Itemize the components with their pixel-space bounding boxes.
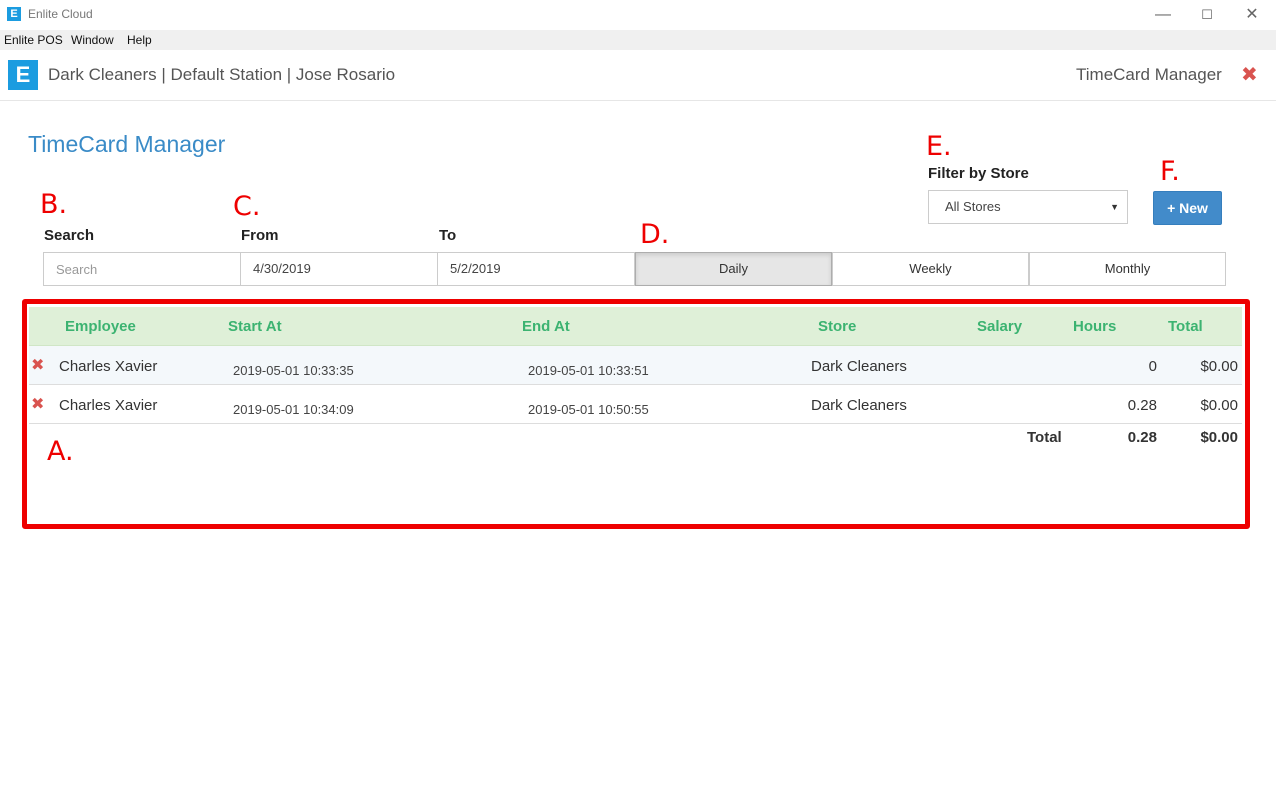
app-logo-icon: E — [7, 7, 21, 21]
store-filter-label: Filter by Store — [928, 165, 1029, 182]
period-monthly-button[interactable]: Monthly — [1029, 252, 1226, 286]
period-weekly-button[interactable]: Weekly — [832, 252, 1029, 286]
search-input[interactable] — [43, 252, 241, 286]
from-date-input[interactable]: 4/30/2019 — [240, 252, 438, 286]
menu-bar: Enlite POS Window Help — [0, 30, 1276, 50]
maximize-icon[interactable]: ☐ — [1192, 4, 1222, 26]
store-select[interactable]: All Stores ▼ — [928, 190, 1128, 224]
period-daily-button[interactable]: Daily — [635, 252, 832, 286]
close-module-icon[interactable]: ✖ — [1241, 62, 1258, 87]
app-header: E Dark Cleaners | Default Station | Jose… — [0, 50, 1276, 101]
menu-item-help[interactable]: Help — [127, 33, 152, 47]
annotation-b: B. — [40, 189, 68, 220]
search-label: Search — [44, 227, 95, 244]
annotation-e: E. — [926, 131, 952, 162]
caret-down-icon: ▼ — [1110, 202, 1119, 212]
window-title: Enlite Cloud — [28, 7, 93, 21]
annotation-f: F. — [1160, 156, 1180, 187]
to-date-input[interactable]: 5/2/2019 — [437, 252, 635, 286]
window-titlebar: E Enlite Cloud — ☐ ✕ — [0, 0, 1276, 30]
station-title: Dark Cleaners | Default Station | Jose R… — [48, 65, 396, 84]
minimize-icon[interactable]: — — [1148, 4, 1178, 26]
to-label: To — [439, 227, 457, 244]
annotation-c: C. — [233, 191, 261, 222]
menu-item-window[interactable]: Window — [71, 33, 114, 47]
menu-item-enlite-pos[interactable]: Enlite POS — [4, 33, 63, 47]
store-select-value: All Stores — [945, 199, 1001, 214]
page-title: TimeCard Manager — [28, 131, 226, 157]
annotation-d: D. — [640, 219, 670, 250]
window-close-icon[interactable]: ✕ — [1237, 4, 1267, 26]
enlite-logo-icon: E — [8, 60, 38, 90]
module-title: TimeCard Manager — [1076, 65, 1222, 84]
table-highlight-frame — [22, 299, 1250, 529]
new-timecard-button[interactable]: + New — [1153, 191, 1222, 225]
from-label: From — [241, 227, 279, 244]
